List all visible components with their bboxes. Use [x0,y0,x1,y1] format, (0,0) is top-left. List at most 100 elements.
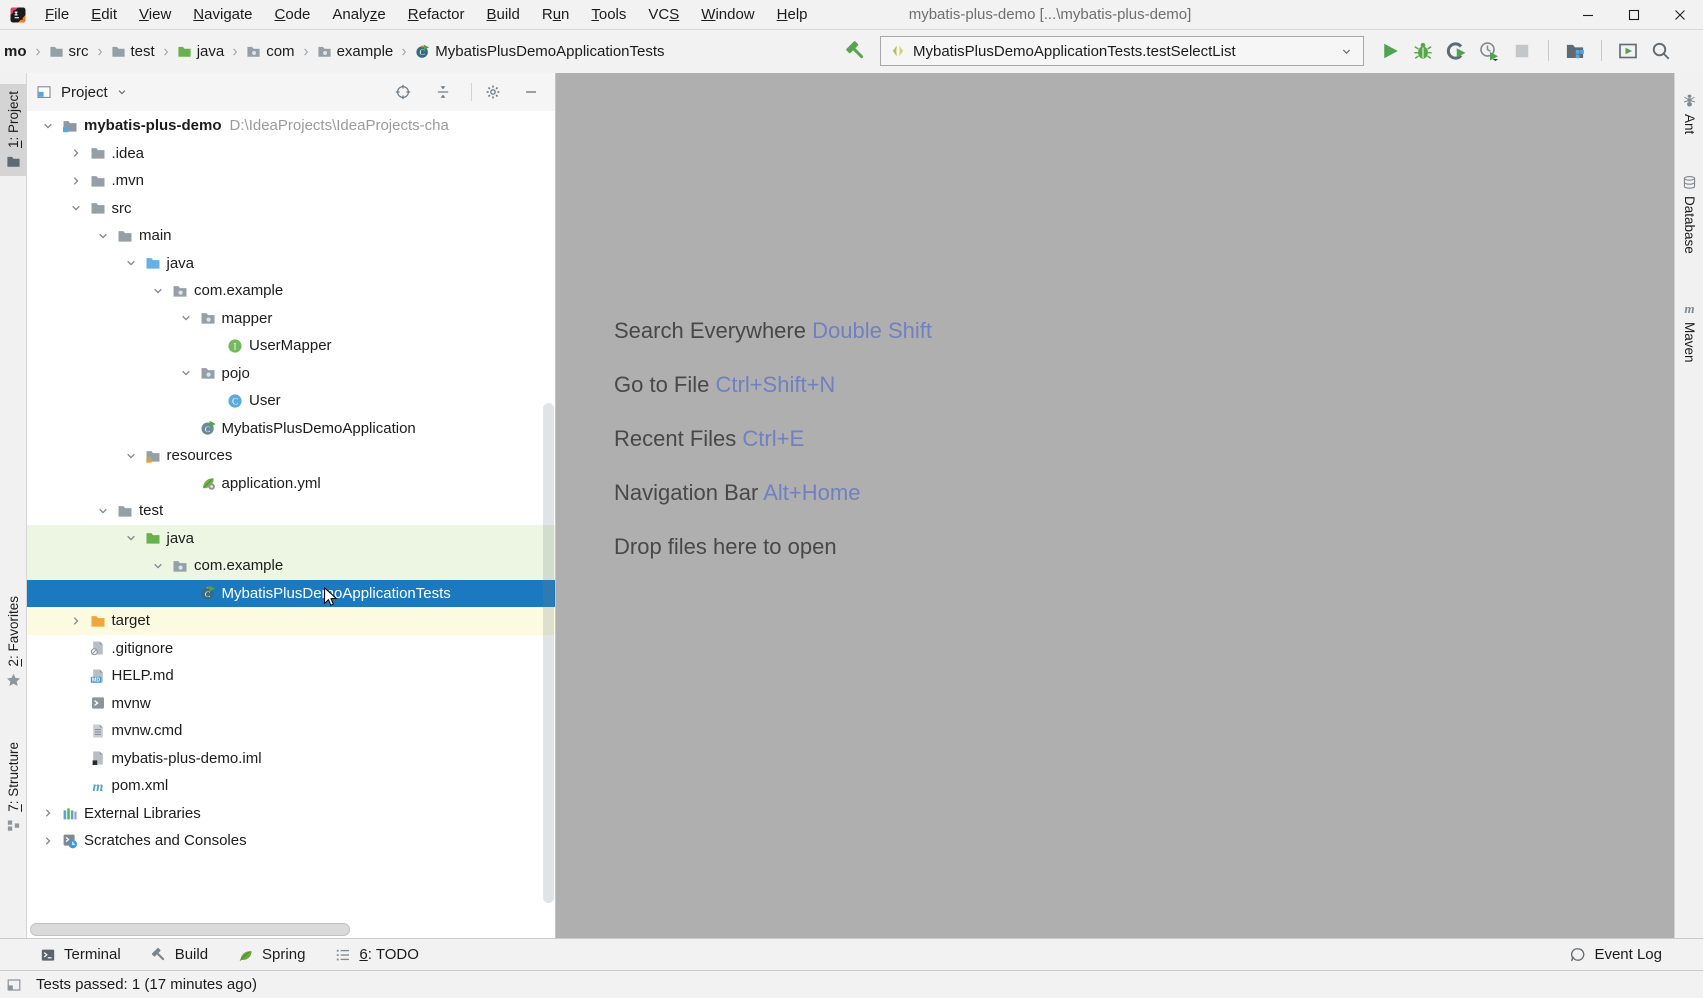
hide-panel-button[interactable] [523,84,539,100]
toolwindow-button-6-todo[interactable]: 6: TODO [335,946,418,963]
menu-tools[interactable]: Tools [580,0,637,29]
tree-item-mybatis-plus-demo-iml[interactable]: mybatis-plus-demo.iml [27,745,555,773]
minimize-button[interactable] [1565,0,1611,29]
toolwindow-button-spring[interactable]: Spring [238,946,305,963]
stripe-tab-ant[interactable]: Ant [1676,87,1703,140]
chevron-right-icon[interactable] [63,174,89,188]
chevron-down-icon[interactable] [90,504,116,518]
settings-button[interactable] [485,84,501,100]
chevron-down-icon[interactable] [118,256,144,270]
tree-item-pojo[interactable]: pojo [27,360,555,388]
breadcrumb-item-mo[interactable]: mo [2,43,29,60]
chevron-down-icon[interactable] [1339,44,1354,59]
tree-item-com-example[interactable]: com.example [27,552,555,580]
tree-item-mvnw-cmd[interactable]: mvnw.cmd [27,717,555,745]
tree-item-gitignore[interactable]: .gitignore [27,635,555,663]
stripe-tab-7-structure[interactable]: 7: Structure [0,735,26,840]
tree-item-main[interactable]: main [27,222,555,250]
chevron-down-icon[interactable] [35,119,61,133]
chevron-down-icon[interactable] [118,531,144,545]
search-everywhere-button[interactable] [1651,41,1671,61]
tool-window-toggle-icon[interactable] [6,977,22,993]
tree-item-java[interactable]: java [27,250,555,278]
tree-item-help-md[interactable]: MDHELP.md [27,662,555,690]
stop-icon [1512,41,1532,61]
chevron-down-icon[interactable] [173,366,199,380]
chevron-down-icon[interactable] [173,311,199,325]
maximize-button[interactable] [1611,0,1657,29]
project-structure-button[interactable] [1565,41,1585,61]
breadcrumb-item-mybatisplusdemoapplicationtests[interactable]: CMybatisPlusDemoApplicationTests [413,43,666,60]
tree-item-mybatisplusdemoapplicationtests[interactable]: CMybatisPlusDemoApplicationTests [27,580,555,608]
menu-build[interactable]: Build [475,0,530,29]
tree-item-src[interactable]: src [27,195,555,223]
chevron-right-icon[interactable] [35,806,61,820]
menu-code[interactable]: Code [264,0,322,29]
toolwindow-button-build[interactable]: Build [151,946,208,963]
stripe-tab-database[interactable]: Database [1676,169,1703,260]
vertical-scrollbar[interactable] [543,403,554,903]
chevron-right-icon[interactable] [63,146,89,160]
tree-item-mybatisplusdemoapplication[interactable]: CMybatisPlusDemoApplication [27,415,555,443]
stripe-tab-1-project[interactable]: 1: Project [0,84,26,176]
chevron-down-icon[interactable] [115,85,129,99]
chevron-right-icon[interactable] [35,834,61,848]
breadcrumb-item-com[interactable]: com [244,43,296,60]
tree-item-scratches-and-consoles[interactable]: Scratches and Consoles [27,827,555,855]
toolbar-separator [1601,40,1602,61]
chevron-right-icon[interactable] [63,614,89,628]
breadcrumb-item-src[interactable]: src [47,43,91,60]
menu-refactor[interactable]: Refactor [397,0,476,29]
menu-window[interactable]: Window [690,0,765,29]
build-project-button[interactable] [845,40,867,62]
stripe-tab-2-favorites[interactable]: 2: Favorites [0,589,26,695]
chevron-down-icon[interactable] [118,449,144,463]
tree-item-application-yml[interactable]: application.yml [27,470,555,498]
menu-edit[interactable]: Edit [80,0,128,29]
run-configuration-select[interactable]: MybatisPlusDemoApplicationTests.testSele… [880,36,1364,66]
close-button[interactable] [1657,0,1703,29]
tree-item-mapper[interactable]: mapper [27,305,555,333]
breadcrumb-item-example[interactable]: example [315,43,396,60]
tree-item-test[interactable]: test [27,497,555,525]
tree-item-usermapper[interactable]: IUserMapper [27,332,555,360]
tree-item-label: .gitignore [112,640,174,657]
horizontal-scrollbar[interactable] [30,923,350,936]
search-icon [1651,41,1671,61]
menu-view[interactable]: View [128,0,182,29]
locate-file-button[interactable] [395,84,411,100]
folder-icon [89,173,107,189]
tree-item-mvnw[interactable]: mvnw [27,690,555,718]
profiler-button[interactable] [1479,41,1499,61]
tree-item-mybatis-plus-demo[interactable]: mybatis-plus-demoD:\IdeaProjects\IdeaPro… [27,112,555,140]
tree-item-resources[interactable]: resources [27,442,555,470]
chevron-down-icon[interactable] [90,229,116,243]
event-log-button[interactable]: Event Log [1570,939,1662,970]
breadcrumb-item-java[interactable]: java [175,43,227,60]
stripe-tab-maven[interactable]: m Maven [1676,295,1703,369]
run-with-coverage-button[interactable] [1446,41,1466,61]
tree-item-java[interactable]: java [27,525,555,553]
chevron-down-icon[interactable] [145,284,171,298]
menu-analyze[interactable]: Analyze [321,0,396,29]
toolwindow-button-terminal[interactable]: Terminal [40,946,121,963]
tree-item-com-example[interactable]: com.example [27,277,555,305]
run-button[interactable] [1380,41,1400,61]
menu-help[interactable]: Help [766,0,819,29]
tree-item-user[interactable]: CUser [27,387,555,415]
chevron-down-icon[interactable] [145,559,171,573]
menu-navigate[interactable]: Navigate [182,0,263,29]
run-tool-window-button[interactable] [1618,41,1638,61]
tree-item-target[interactable]: target [27,607,555,635]
chevron-down-icon[interactable] [63,201,89,215]
tree-item-external-libraries[interactable]: External Libraries [27,800,555,828]
collapse-all-button[interactable] [435,84,451,100]
tree-item-pom-xml[interactable]: mpom.xml [27,772,555,800]
debug-button[interactable] [1413,41,1433,61]
breadcrumb-item-test[interactable]: test [109,43,157,60]
tree-item-idea[interactable]: .idea [27,140,555,168]
tree-item-mvn[interactable]: .mvn [27,167,555,195]
menu-run[interactable]: Run [531,0,581,29]
menu-vcs[interactable]: VCS [637,0,690,29]
menu-file[interactable]: File [34,0,80,29]
